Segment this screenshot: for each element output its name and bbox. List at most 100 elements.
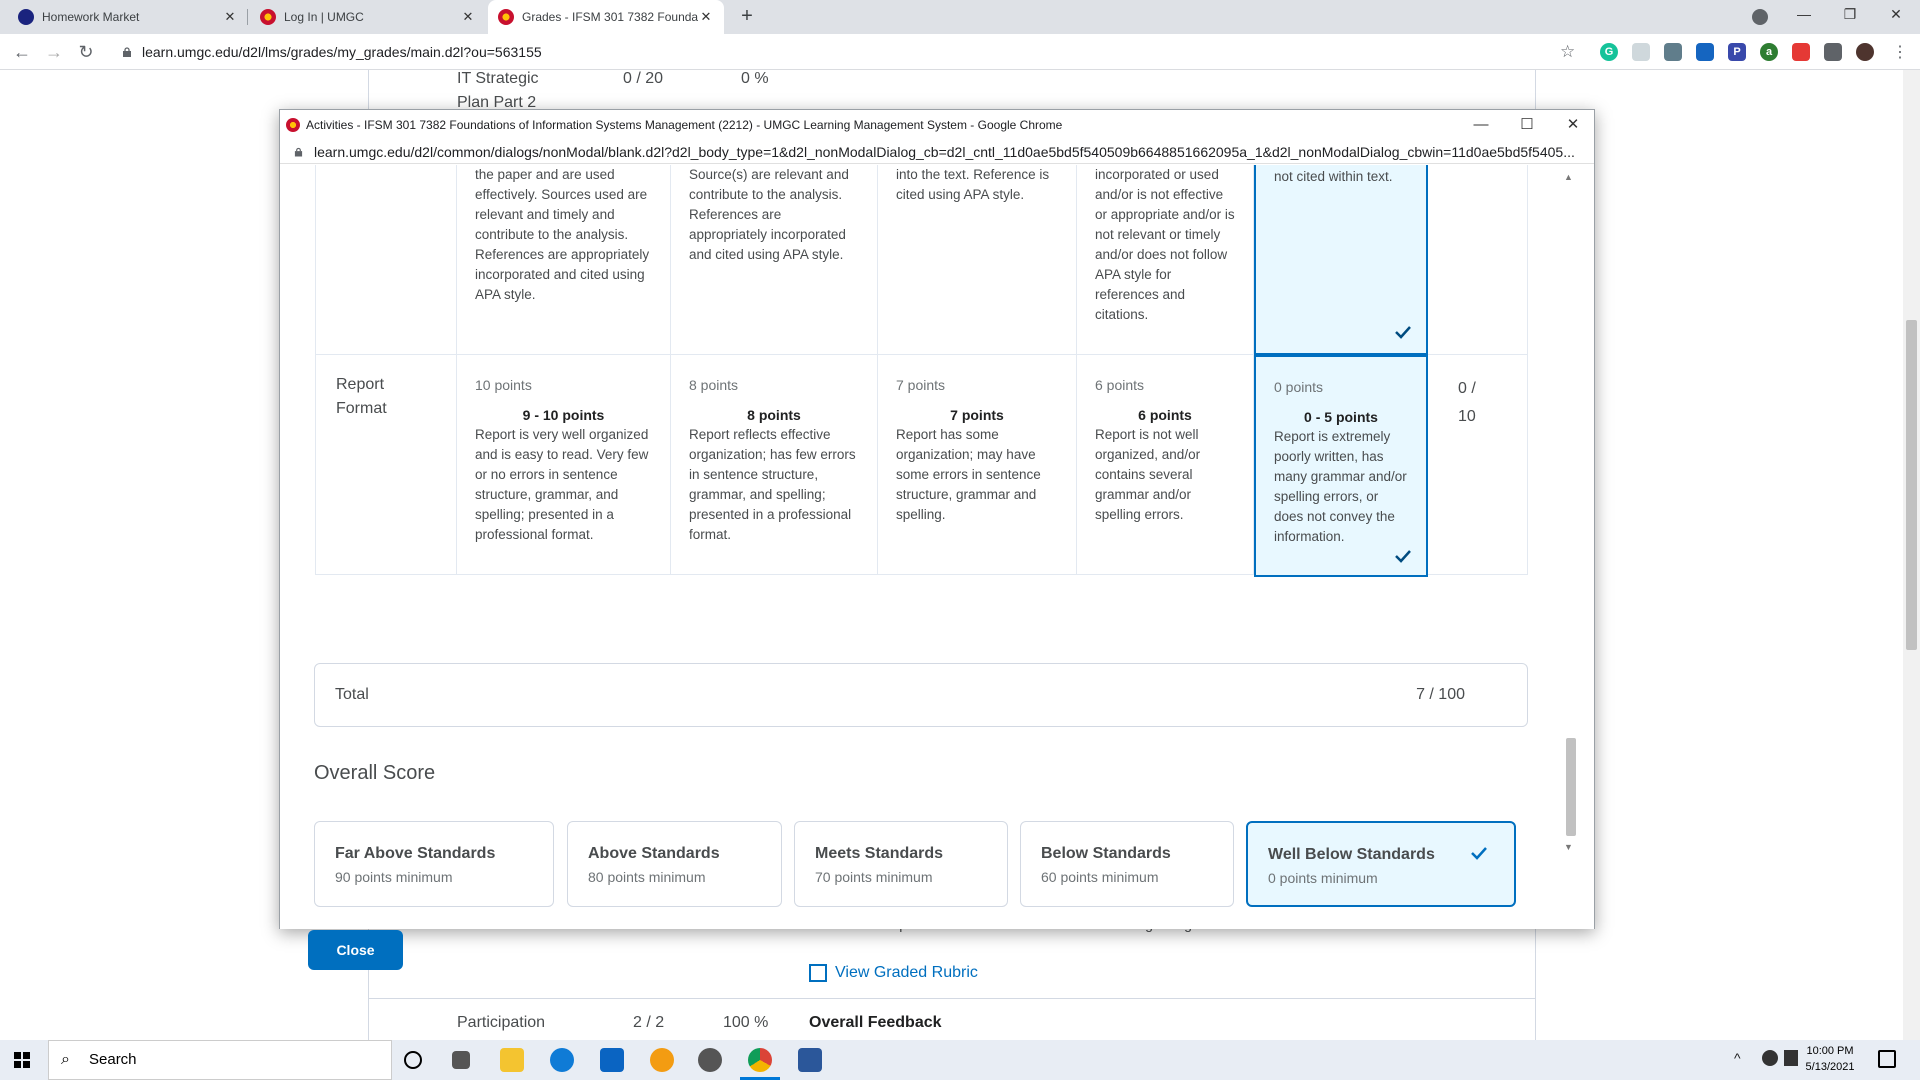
grade-item-score: 0 / 20	[623, 70, 664, 87]
umgc-favicon-icon	[260, 9, 276, 25]
clock-time: 10:00 PM	[1806, 1045, 1854, 1057]
checkmark-icon	[1471, 847, 1487, 860]
volume-icon[interactable]	[1784, 1050, 1798, 1066]
reload-icon[interactable]: ↻	[74, 40, 98, 64]
popup-maximize-icon[interactable]: ☐	[1504, 110, 1550, 140]
tab-login-umgc[interactable]: Log In | UMGC ✕	[250, 0, 486, 34]
rubric-level-cell[interactable]: 8 points 8 points Report reflects effect…	[671, 355, 878, 575]
criterion-score: 0 / 10	[1428, 355, 1528, 575]
total-score-box: Total 7 / 100	[314, 663, 1528, 727]
app-icon[interactable]	[650, 1048, 674, 1072]
overall-level-above[interactable]: Above Standards 80 points minimum	[567, 821, 782, 907]
popup-title-bar: Activities - IFSM 301 7382 Foundations o…	[280, 110, 1594, 140]
rubric-level-cell-selected[interactable]: 0 points 0 - 5 points Report is extremel…	[1254, 355, 1428, 577]
rubric-level-cell[interactable]: 10 points 9 - 10 points Report is very w…	[457, 355, 671, 575]
grade-item-name: IT Strategic	[457, 70, 539, 87]
overall-level-below[interactable]: Below Standards 60 points minimum	[1020, 821, 1234, 907]
extension-icon[interactable]	[1792, 43, 1810, 61]
system-tray-chevron-icon[interactable]: ^	[1734, 1050, 1741, 1066]
url-text: learn.umgc.edu/d2l/lms/grades/my_grades/…	[142, 44, 542, 60]
scroll-down-arrow-icon[interactable]: ▼	[1564, 842, 1573, 852]
total-label: Total	[335, 686, 369, 703]
scroll-up-arrow-icon[interactable]: ▲	[1564, 172, 1573, 182]
minimize-icon[interactable]: —	[1782, 0, 1826, 30]
avatar[interactable]	[1856, 43, 1874, 61]
menu-kebab-icon[interactable]: ⋮	[1892, 42, 1908, 62]
umgc-favicon-icon	[286, 118, 300, 132]
close-tab-icon[interactable]: ✕	[460, 9, 476, 25]
tab-grades[interactable]: Grades - IFSM 301 7382 Foundat ✕	[488, 0, 724, 34]
tab-title: Log In | UMGC	[284, 10, 364, 24]
puzzle-extensions-icon[interactable]	[1824, 43, 1842, 61]
taskbar-search-box[interactable]: ⌕ Search	[48, 1040, 392, 1080]
rubric-level-cell[interactable]: 6 points 6 points Report is not well org…	[1077, 355, 1254, 575]
forward-icon[interactable]: →	[42, 40, 66, 64]
clock-date: 5/13/2021	[1805, 1061, 1855, 1073]
tab-title: Grades - IFSM 301 7382 Foundat	[522, 10, 698, 24]
extension-icon[interactable]	[1696, 43, 1714, 61]
rubric-grid-icon	[809, 964, 827, 982]
taskbar-clock[interactable]: 10:00 PM 5/13/2021	[1800, 1043, 1860, 1075]
page-scrollbar-thumb[interactable]	[1906, 320, 1917, 650]
grade-item-name: Participation	[457, 1014, 546, 1031]
popup-address-bar[interactable]: learn.umgc.edu/d2l/common/dialogs/nonMod…	[280, 140, 1594, 164]
back-icon[interactable]: ←	[10, 40, 34, 64]
extension-icon[interactable]	[1664, 43, 1682, 61]
rubric-popup-window: Activities - IFSM 301 7382 Foundations o…	[279, 109, 1596, 970]
cortana-icon[interactable]	[404, 1051, 422, 1069]
task-view-icon[interactable]	[452, 1051, 470, 1069]
grade-item-percent: 0 %	[741, 70, 769, 87]
tab-homework-market[interactable]: Homework Market ✕	[8, 0, 248, 34]
popup-url-text: learn.umgc.edu/d2l/common/dialogs/nonMod…	[314, 144, 1575, 160]
edge-icon[interactable]	[550, 1048, 574, 1072]
new-tab-button[interactable]: +	[734, 5, 760, 29]
lock-icon	[294, 147, 303, 157]
view-graded-rubric-link[interactable]: View Graded Rubric	[835, 964, 978, 982]
network-icon[interactable]	[1762, 1050, 1778, 1066]
close-button[interactable]: Close	[308, 930, 403, 970]
tab-search-icon[interactable]	[1752, 9, 1768, 25]
app-icon[interactable]	[698, 1048, 722, 1072]
mail-icon[interactable]	[600, 1048, 624, 1072]
checkmark-icon	[1395, 550, 1411, 563]
address-bar[interactable]: learn.umgc.edu/d2l/lms/grades/my_grades/…	[114, 38, 1564, 66]
close-window-icon[interactable]: ✕	[1874, 0, 1918, 30]
windows-start-icon[interactable]	[14, 1052, 30, 1068]
grade-item-score: 2 / 2	[633, 1014, 665, 1031]
search-icon: ⌕	[61, 1051, 70, 1068]
extension-icon[interactable]	[1632, 43, 1650, 61]
umgc-favicon-icon	[498, 9, 514, 25]
file-explorer-icon[interactable]	[500, 1048, 524, 1072]
popup-minimize-icon[interactable]: —	[1458, 110, 1504, 140]
popup-content: the paper and are used effectively. Sour…	[280, 165, 1594, 929]
criterion-cell	[315, 165, 457, 355]
overall-score-heading: Overall Score	[314, 762, 436, 784]
extension-icon[interactable]: a	[1760, 43, 1778, 61]
rubric-level-cell[interactable]: 7 points 7 points Report has some organi…	[878, 355, 1077, 575]
tab-title: Homework Market	[42, 10, 140, 24]
chrome-icon[interactable]	[748, 1048, 772, 1072]
rubric-level-cell-selected: not cited within text.	[1254, 165, 1428, 355]
overall-level-well-below-selected[interactable]: Well Below Standards 0 points minimum	[1246, 821, 1516, 907]
popup-close-icon[interactable]: ✕	[1550, 110, 1596, 140]
bookmark-star-icon[interactable]: ☆	[1560, 42, 1575, 62]
score-cell	[1428, 165, 1528, 355]
grade-item-percent: 100 %	[723, 1014, 769, 1031]
close-tab-icon[interactable]: ✕	[698, 9, 714, 25]
restore-icon[interactable]: ❐	[1828, 0, 1872, 30]
popup-scrollbar-thumb[interactable]	[1566, 738, 1576, 836]
divider	[369, 998, 1535, 999]
lock-icon	[123, 47, 131, 57]
notifications-icon[interactable]	[1878, 1050, 1896, 1068]
overall-level-meets[interactable]: Meets Standards 70 points minimum	[794, 821, 1008, 907]
browser-toolbar: ← → ↻ learn.umgc.edu/d2l/lms/grades/my_g…	[0, 34, 1920, 70]
search-placeholder: Search	[89, 1051, 137, 1068]
rubric-level-cell: Source(s) are relevant and contribute to…	[671, 165, 878, 355]
close-tab-icon[interactable]: ✕	[222, 9, 238, 25]
grammarly-extension-icon[interactable]: G	[1600, 43, 1618, 61]
homework-market-favicon-icon	[18, 9, 34, 25]
extension-icon[interactable]: P	[1728, 43, 1746, 61]
overall-level-far-above[interactable]: Far Above Standards 90 points minimum	[314, 821, 554, 907]
rubric-level-cell: the paper and are used effectively. Sour…	[457, 165, 671, 355]
word-icon[interactable]	[798, 1048, 822, 1072]
